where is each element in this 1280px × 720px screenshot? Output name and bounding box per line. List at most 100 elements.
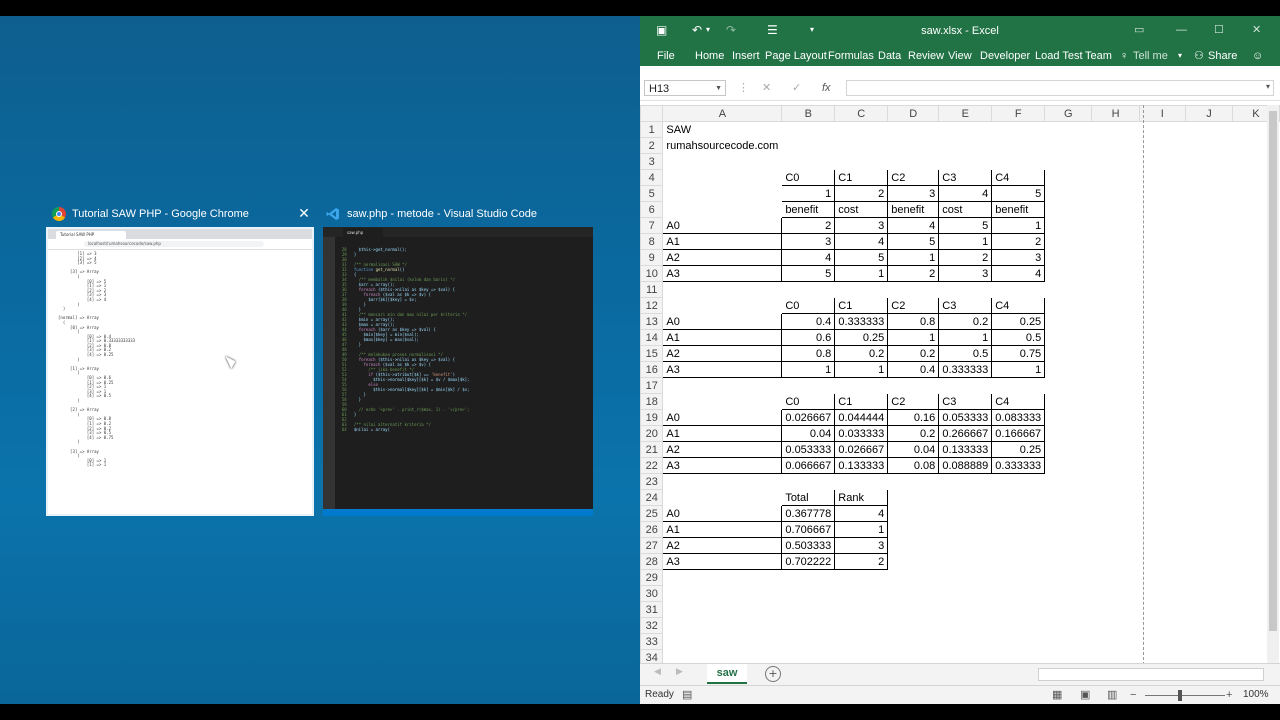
cell-J1[interactable] <box>1186 122 1233 138</box>
cell-H22[interactable] <box>1092 458 1139 474</box>
cell-H6[interactable] <box>1092 202 1139 218</box>
cell-F26[interactable] <box>992 522 1045 538</box>
cell-E33[interactable] <box>939 634 992 650</box>
cell-E5[interactable]: 4 <box>938 185 993 202</box>
row-header[interactable]: 21 <box>640 441 664 458</box>
cell-B18[interactable]: C0 <box>781 393 836 410</box>
cell-H11[interactable] <box>1092 282 1139 298</box>
row-header[interactable]: 16 <box>640 361 664 378</box>
cell-I7[interactable] <box>1139 218 1185 234</box>
cell-G10[interactable] <box>1045 266 1092 282</box>
zoom-in-icon[interactable]: + <box>1226 688 1232 702</box>
cell-E8[interactable]: 1 <box>938 233 993 250</box>
cell-J4[interactable] <box>1186 170 1233 186</box>
cell-H20[interactable] <box>1092 426 1139 442</box>
cell-C23[interactable] <box>835 474 888 490</box>
cell-D17[interactable] <box>888 378 939 394</box>
cell-J15[interactable] <box>1186 346 1233 362</box>
cell-I16[interactable] <box>1139 362 1185 378</box>
cell-A21[interactable]: A2 <box>662 441 783 458</box>
cell-I28[interactable] <box>1139 554 1185 570</box>
next-sheet-icon[interactable]: ▶ <box>676 667 683 677</box>
cell-B14[interactable]: 0.6 <box>781 329 836 346</box>
cell-G11[interactable] <box>1045 282 1092 298</box>
cell-I27[interactable] <box>1139 538 1185 554</box>
cell-A25[interactable]: A0 <box>662 505 783 522</box>
cell-A6[interactable] <box>663 202 782 218</box>
cell-E11[interactable] <box>939 282 992 298</box>
cell-A13[interactable]: A0 <box>662 313 783 330</box>
column-header[interactable]: E <box>938 105 993 122</box>
cell-G29[interactable] <box>1045 570 1092 586</box>
tab-developer[interactable]: Developer <box>980 48 1030 64</box>
cell-G21[interactable] <box>1045 442 1092 458</box>
cell-A11[interactable] <box>663 282 782 298</box>
cell-E22[interactable]: 0.088889 <box>938 457 993 474</box>
column-header[interactable]: J <box>1185 105 1233 122</box>
add-sheet-icon[interactable]: + <box>765 666 781 682</box>
cell-I25[interactable] <box>1139 506 1185 522</box>
cell-A4[interactable] <box>663 170 782 186</box>
cell-E31[interactable] <box>939 602 992 618</box>
share-button[interactable]: Share <box>1208 48 1237 64</box>
cell-I30[interactable] <box>1139 586 1185 602</box>
cell-G2[interactable] <box>1045 138 1092 154</box>
tab-insert[interactable]: Insert <box>732 48 760 64</box>
name-box[interactable]: H13 ▼ <box>644 80 726 96</box>
cell-F30[interactable] <box>992 586 1045 602</box>
cell-C27[interactable]: 3 <box>834 537 889 554</box>
cell-C19[interactable]: 0.044444 <box>834 409 889 426</box>
cell-E19[interactable]: 0.053333 <box>938 409 993 426</box>
cell-H32[interactable] <box>1092 618 1139 634</box>
cell-G17[interactable] <box>1045 378 1092 394</box>
cell-I4[interactable] <box>1139 170 1185 186</box>
cell-H30[interactable] <box>1092 586 1139 602</box>
row-header[interactable]: 32 <box>640 617 664 634</box>
cell-C33[interactable] <box>835 634 888 650</box>
cell-D1[interactable] <box>888 122 939 138</box>
cell-I17[interactable] <box>1139 378 1185 394</box>
cell-B12[interactable]: C0 <box>781 297 836 314</box>
cell-A24[interactable] <box>663 490 782 506</box>
cell-G3[interactable] <box>1045 154 1092 170</box>
row-header[interactable]: 3 <box>640 153 664 170</box>
cell-J10[interactable] <box>1186 266 1233 282</box>
prev-sheet-icon[interactable]: ◀ <box>654 667 661 677</box>
cell-G24[interactable] <box>1045 490 1092 506</box>
cell-G12[interactable] <box>1045 298 1092 314</box>
cell-H19[interactable] <box>1092 410 1139 426</box>
cell-E2[interactable] <box>939 138 992 154</box>
cell-J8[interactable] <box>1186 234 1233 250</box>
cell-C6[interactable]: cost <box>834 201 889 218</box>
cell-I5[interactable] <box>1139 186 1185 202</box>
column-header[interactable]: G <box>1044 105 1093 122</box>
cell-E12[interactable]: C3 <box>938 297 993 314</box>
cell-A7[interactable]: A0 <box>662 217 783 234</box>
row-header[interactable]: 25 <box>640 505 664 522</box>
row-header[interactable]: 13 <box>640 313 664 330</box>
cell-F8[interactable]: 2 <box>991 233 1046 250</box>
row-header[interactable]: 17 <box>640 377 664 394</box>
row-header[interactable]: 24 <box>640 489 664 506</box>
maximize-icon[interactable]: ☐ <box>1214 23 1224 37</box>
cell-D18[interactable]: C2 <box>887 393 940 410</box>
cell-B32[interactable] <box>782 618 835 634</box>
cell-G18[interactable] <box>1045 394 1092 410</box>
cell-E9[interactable]: 2 <box>938 249 993 266</box>
cell-D33[interactable] <box>888 634 939 650</box>
cell-B27[interactable]: 0.503333 <box>781 537 836 554</box>
cell-D10[interactable]: 2 <box>887 265 940 282</box>
cell-F27[interactable] <box>992 538 1045 554</box>
cell-E20[interactable]: 0.266667 <box>938 425 993 442</box>
cell-F11[interactable] <box>992 282 1045 298</box>
cell-B33[interactable] <box>782 634 835 650</box>
cell-H9[interactable] <box>1092 250 1139 266</box>
cell-F13[interactable]: 0.25 <box>991 313 1046 330</box>
row-header[interactable]: 31 <box>640 601 664 618</box>
cell-J23[interactable] <box>1186 474 1233 490</box>
column-header[interactable]: D <box>887 105 940 122</box>
cell-B22[interactable]: 0.066667 <box>781 457 836 474</box>
cell-C5[interactable]: 2 <box>834 185 889 202</box>
cell-I19[interactable] <box>1139 410 1185 426</box>
cell-B24[interactable]: Total <box>781 489 836 506</box>
